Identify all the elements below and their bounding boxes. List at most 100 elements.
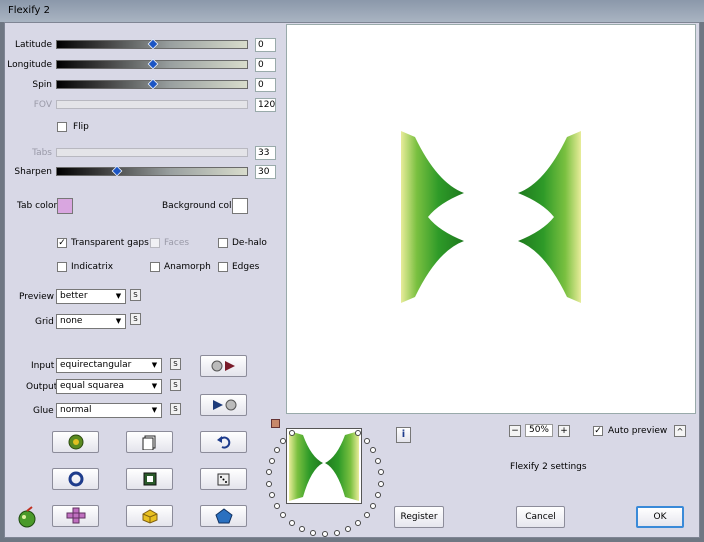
undo-icon bbox=[216, 436, 230, 449]
cube-button[interactable] bbox=[126, 505, 173, 527]
cancel-button[interactable]: Cancel bbox=[516, 506, 565, 528]
dice-icon bbox=[217, 473, 229, 486]
navigator-ring-dot[interactable] bbox=[344, 526, 351, 533]
zoom-out-button[interactable]: − bbox=[509, 425, 521, 437]
play-forward-button[interactable] bbox=[200, 355, 247, 377]
sharpen-label: Sharpen bbox=[14, 167, 52, 177]
chevron-down-icon: ▼ bbox=[115, 292, 122, 300]
square-button[interactable] bbox=[126, 468, 173, 490]
cross-grid-icon bbox=[66, 507, 85, 524]
glue-save-button[interactable]: S bbox=[170, 403, 181, 415]
navigator-thumbnail[interactable] bbox=[286, 428, 362, 504]
anamorph-checkbox[interactable] bbox=[150, 262, 160, 272]
latitude-input[interactable]: 0 bbox=[255, 38, 276, 52]
title-bar[interactable]: Flexify 2 bbox=[0, 0, 704, 22]
input-save-button[interactable]: S bbox=[170, 358, 181, 370]
preview-quality-select[interactable]: better ▼ bbox=[56, 289, 126, 304]
transparent-gaps-checkbox[interactable]: ✓ bbox=[57, 238, 67, 248]
de-halo-label: De-halo bbox=[232, 238, 267, 248]
fov-input[interactable]: 120 bbox=[255, 98, 276, 112]
play-backward-icon bbox=[212, 399, 236, 411]
background-color-swatch[interactable] bbox=[232, 198, 248, 214]
flip-label: Flip bbox=[73, 122, 89, 132]
navigator-handle[interactable] bbox=[271, 419, 280, 428]
glue-select[interactable]: normal ▼ bbox=[56, 403, 162, 418]
sharpen-slider[interactable] bbox=[56, 165, 248, 177]
longitude-input[interactable]: 0 bbox=[255, 58, 276, 72]
faces-label: Faces bbox=[164, 238, 190, 248]
longitude-thumb[interactable] bbox=[147, 58, 159, 70]
settings-label: Flexify 2 settings bbox=[510, 462, 587, 472]
collapse-button[interactable]: ^ bbox=[674, 425, 686, 437]
info-button[interactable]: i bbox=[396, 427, 411, 443]
play-backward-button[interactable] bbox=[200, 394, 247, 416]
tab-color-swatch[interactable] bbox=[57, 198, 73, 214]
background-color-label: Background color bbox=[162, 201, 241, 211]
navigator-ring-dot[interactable] bbox=[289, 429, 296, 436]
preview-save-button[interactable]: S bbox=[130, 289, 141, 301]
longitude-slider[interactable] bbox=[56, 58, 248, 70]
navigator-ring-dot[interactable] bbox=[322, 531, 328, 537]
app-logo-icon bbox=[16, 506, 38, 531]
navigator-ring-dot[interactable] bbox=[273, 503, 280, 509]
output-projection-value: equal squarea bbox=[60, 381, 125, 391]
chevron-down-icon: ▼ bbox=[151, 361, 158, 369]
navigator-ring-dot[interactable] bbox=[268, 457, 275, 464]
sharpen-input[interactable]: 30 bbox=[255, 165, 276, 179]
square-icon bbox=[143, 472, 156, 486]
zoom-level: 50% bbox=[525, 424, 553, 437]
preview-quality-value: better bbox=[60, 291, 88, 301]
flip-checkbox[interactable] bbox=[57, 122, 67, 132]
edges-label: Edges bbox=[232, 262, 260, 272]
chevron-down-icon: ▼ bbox=[151, 406, 158, 414]
spin-input[interactable]: 0 bbox=[255, 78, 276, 92]
copy-button[interactable] bbox=[126, 431, 173, 453]
navigator-ring-dot[interactable] bbox=[333, 529, 340, 536]
ok-button[interactable]: OK bbox=[636, 506, 684, 528]
grid-value: none bbox=[60, 316, 83, 326]
fov-label: FOV bbox=[33, 100, 52, 110]
sharpen-thumb[interactable] bbox=[111, 165, 123, 177]
preview-canvas[interactable] bbox=[286, 24, 696, 414]
navigator-ring-dot[interactable] bbox=[377, 480, 384, 487]
pentagon-icon bbox=[214, 508, 233, 524]
dice-button[interactable] bbox=[200, 468, 247, 490]
pentagon-button[interactable] bbox=[200, 505, 247, 527]
latitude-thumb[interactable] bbox=[147, 38, 159, 50]
spin-slider[interactable] bbox=[56, 78, 248, 90]
indicatrix-checkbox[interactable] bbox=[57, 262, 67, 272]
input-projection-select[interactable]: equirectangular ▼ bbox=[56, 358, 162, 373]
output-projection-select[interactable]: equal squarea ▼ bbox=[56, 379, 162, 394]
de-halo-checkbox[interactable] bbox=[218, 238, 228, 248]
preview-image bbox=[401, 131, 581, 303]
navigator-ring-dot[interactable] bbox=[273, 447, 280, 453]
undo-button[interactable] bbox=[200, 431, 247, 453]
grid-select[interactable]: none ▼ bbox=[56, 314, 126, 329]
anamorph-label: Anamorph bbox=[164, 262, 211, 272]
randomize-button[interactable] bbox=[52, 431, 99, 453]
output-save-button[interactable]: S bbox=[170, 379, 181, 391]
transparent-gaps-label: Transparent gaps bbox=[71, 238, 149, 248]
tabs-slider bbox=[56, 148, 248, 157]
spin-thumb[interactable] bbox=[147, 78, 159, 90]
document-icon bbox=[142, 435, 155, 450]
chevron-down-icon: ▼ bbox=[151, 382, 158, 390]
tabs-input[interactable]: 33 bbox=[255, 146, 276, 160]
fov-slider bbox=[56, 100, 248, 109]
navigator-ring-dot[interactable] bbox=[354, 429, 361, 436]
glue-value: normal bbox=[60, 405, 92, 415]
navigator-ring-dot[interactable] bbox=[377, 469, 384, 476]
sphere-button[interactable] bbox=[52, 468, 99, 490]
zoom-in-button[interactable]: + bbox=[558, 425, 570, 437]
cross-layout-button[interactable] bbox=[52, 505, 99, 527]
preview-label: Preview bbox=[19, 292, 55, 302]
latitude-slider[interactable] bbox=[56, 38, 248, 50]
navigator-ring-dot[interactable] bbox=[363, 437, 370, 444]
navigator-ring-dot[interactable] bbox=[280, 437, 287, 444]
auto-preview-checkbox[interactable]: ✓ bbox=[593, 426, 603, 436]
grid-save-button[interactable]: S bbox=[130, 313, 141, 325]
navigator-ring-dot[interactable] bbox=[375, 457, 382, 464]
edges-checkbox[interactable] bbox=[218, 262, 228, 272]
register-button[interactable]: Register bbox=[394, 506, 444, 528]
ring-icon bbox=[68, 471, 83, 487]
